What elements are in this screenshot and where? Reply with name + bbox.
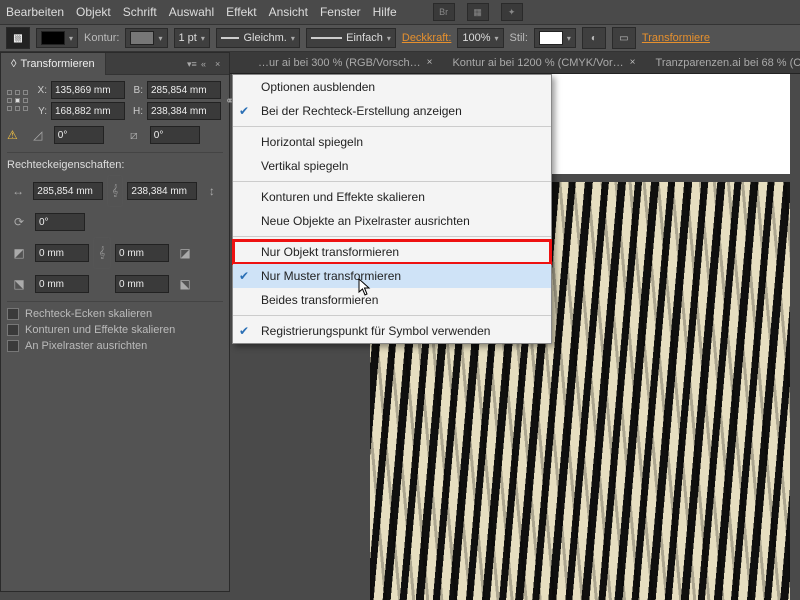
b-label: B: (129, 85, 143, 96)
style-label: Stil: (510, 32, 528, 44)
rect-rotate-field[interactable]: 0° (35, 213, 85, 231)
shear-icon: ⧄ (122, 124, 146, 146)
menu-flip-horizontal[interactable]: Horizontal spiegeln (233, 130, 551, 154)
opacity-label[interactable]: Deckkraft: (402, 32, 452, 44)
b-field[interactable]: 285,854 mm (147, 81, 221, 99)
reference-point-icon[interactable] (7, 87, 29, 115)
y-label: Y: (33, 106, 47, 117)
stroke-profile-dropdown[interactable]: Gleichm.▾ (216, 28, 300, 48)
menu-edit[interactable]: Bearbeiten (6, 5, 64, 19)
rotate-field[interactable]: 0° (54, 126, 104, 144)
menu-select[interactable]: Auswahl (169, 5, 214, 19)
y-field[interactable]: 168,882 mm (51, 102, 125, 120)
corner-tl-icon: ◩ (7, 242, 31, 264)
align-pixel-checkbox[interactable]: An Pixelraster ausrichten (7, 340, 223, 352)
rect-width-field[interactable]: 285,854 mm (33, 182, 102, 200)
collapse-icon[interactable]: « (201, 59, 211, 69)
opacity-field[interactable]: 100%▾ (457, 28, 503, 48)
menu-hide-options[interactable]: Optionen ausblenden (233, 75, 551, 99)
corner-bl-field[interactable]: 0 mm (35, 275, 89, 293)
menu-show-on-rect-create[interactable]: ✔Bei der Rechteck-Erstellung anzeigen (233, 99, 551, 123)
rect-height-field[interactable]: 238,384 mm (127, 182, 196, 200)
angle-icon: ◿ (26, 124, 50, 146)
bridge-icon[interactable]: Br (433, 3, 455, 21)
height-icon: ↕ (201, 180, 223, 202)
gpu-preview-icon[interactable]: ✦ (501, 3, 523, 21)
close-icon[interactable]: × (630, 57, 636, 68)
control-toolbar: ▧ ▾ Kontur: ▾ 1 pt▾ Gleichm.▾ Einfach▾ D… (0, 24, 800, 52)
app-menubar: Bearbeiten Objekt Schrift Auswahl Effekt… (0, 0, 800, 24)
corner-tr-field[interactable]: 0 mm (115, 244, 169, 262)
menu-flip-vertical[interactable]: Vertikal spiegeln (233, 154, 551, 178)
menu-effect[interactable]: Effekt (226, 5, 256, 19)
rotation-icon: ⟳ (7, 211, 31, 233)
x-label: X: (33, 85, 47, 96)
menu-view[interactable]: Ansicht (269, 5, 308, 19)
close-icon[interactable]: × (427, 57, 433, 68)
menu-align-new-to-pixel[interactable]: Neue Objekte an Pixelraster ausrichten (233, 209, 551, 233)
panel-flyout-menu: Optionen ausblenden ✔Bei der Rechteck-Er… (232, 74, 552, 344)
recolor-icon[interactable]: ◐ (582, 27, 606, 49)
h-field[interactable]: 238,384 mm (147, 102, 221, 120)
link-wh-icon[interactable]: 𝄞 (107, 175, 124, 207)
panel-tab-transform[interactable]: ◊ Transformieren (1, 53, 106, 75)
fill-swatch-dropdown[interactable]: ▾ (36, 28, 78, 48)
arrange-docs-icon[interactable]: ▦ (467, 3, 489, 21)
h-label: H: (129, 106, 143, 117)
menu-transform-object-only[interactable]: Nur Objekt transformieren (233, 240, 551, 264)
check-icon: ✔ (239, 104, 249, 118)
transform-link[interactable]: Transformiere (642, 32, 710, 44)
doc-tab-3[interactable]: Tranzparenzen.ai bei 68 % (CM (648, 54, 800, 72)
menu-type[interactable]: Schrift (123, 5, 157, 19)
style-dropdown[interactable]: ▾ (534, 28, 576, 48)
menu-object[interactable]: Objekt (76, 5, 111, 19)
menu-transform-pattern-only[interactable]: ✔Nur Muster transformieren (233, 264, 551, 288)
check-icon: ✔ (239, 324, 249, 338)
menu-help[interactable]: Hilfe (373, 5, 397, 19)
width-icon: ↔ (7, 180, 29, 202)
menu-use-reg-point-symbol[interactable]: ✔Registrierungspunkt für Symbol verwende… (233, 319, 551, 343)
scale-strokes-checkbox[interactable]: Konturen und Effekte skalieren (7, 324, 223, 336)
check-icon: ✔ (239, 269, 249, 283)
corner-br-icon: ⬕ (173, 273, 197, 295)
corner-tl-field[interactable]: 0 mm (35, 244, 89, 262)
link-corners-icon[interactable]: 𝄞 (93, 237, 111, 269)
warning-icon: ⚠ (7, 128, 18, 142)
corner-br-field[interactable]: 0 mm (115, 275, 169, 293)
doc-tab-1[interactable]: …ur ai bei 300 % (RGB/Vorsch…× (250, 54, 440, 72)
corner-tr-icon: ◪ (173, 242, 197, 264)
rect-properties-heading: Rechteckeigenschaften: (7, 159, 223, 171)
corner-bl-icon: ⬔ (7, 273, 31, 295)
shear-field[interactable]: 0° (150, 126, 200, 144)
stroke-weight-field[interactable]: 1 pt▾ (174, 28, 210, 48)
scale-corners-checkbox[interactable]: Rechteck-Ecken skalieren (7, 308, 223, 320)
doc-tab-2[interactable]: Kontur ai bei 1200 % (CMYK/Vor…× (444, 54, 643, 72)
menu-scale-strokes[interactable]: Konturen und Effekte skalieren (233, 185, 551, 209)
close-icon[interactable]: × (215, 59, 225, 69)
transform-panel: ◊ Transformieren ▾≡ « × X: 135,869 mm B:… (0, 52, 230, 592)
brush-dropdown[interactable]: Einfach▾ (306, 28, 396, 48)
menu-window[interactable]: Fenster (320, 5, 361, 19)
stroke-label: Kontur: (84, 32, 119, 44)
x-field[interactable]: 135,869 mm (51, 81, 125, 99)
menu-transform-both[interactable]: Beides transformieren (233, 288, 551, 312)
align-icon[interactable]: ▭ (612, 27, 636, 49)
no-selection-icon[interactable]: ▧ (6, 27, 30, 49)
panel-menu-icon[interactable]: ▾≡ (187, 59, 197, 69)
stroke-swatch-dropdown[interactable]: ▾ (125, 28, 167, 48)
